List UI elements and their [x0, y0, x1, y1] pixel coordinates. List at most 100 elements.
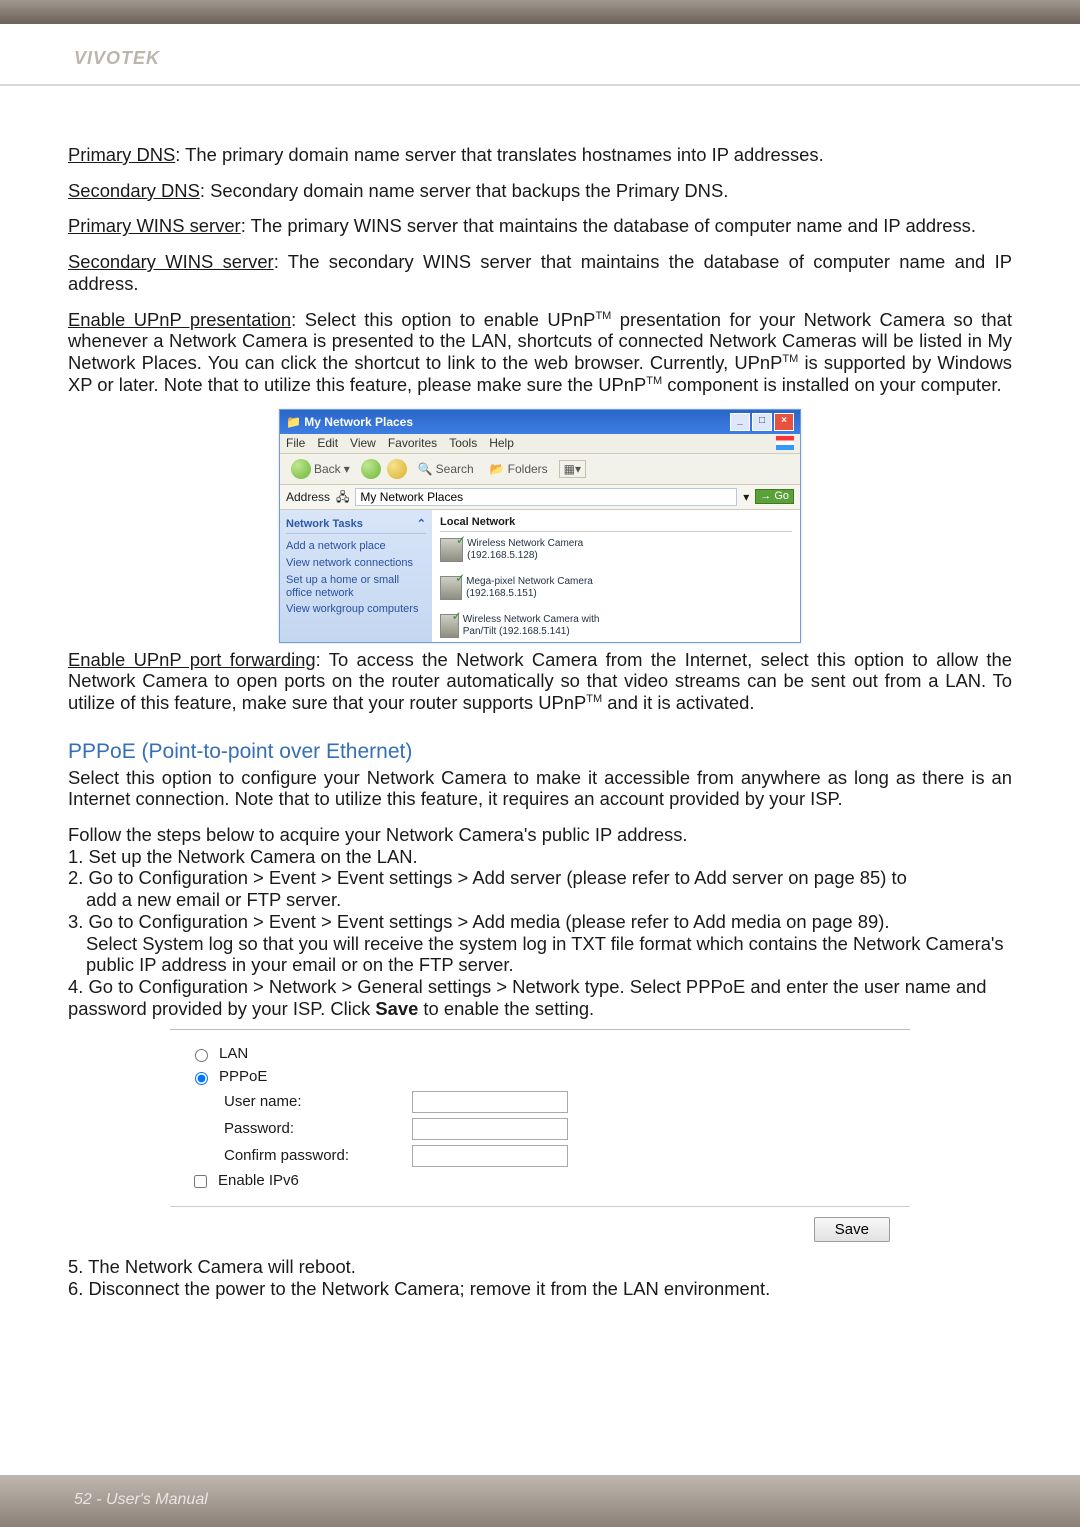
row-confirm: Confirm password:: [190, 1145, 890, 1167]
xp-title-text: My Network Places: [304, 415, 413, 429]
address-dropdown-icon[interactable]: ▾: [743, 490, 749, 504]
term-secondary-dns: Secondary DNS: [68, 180, 200, 201]
xp-item[interactable]: Mega-pixel Network Camera (192.168.5.151…: [440, 576, 610, 600]
menu-help[interactable]: Help: [489, 436, 514, 450]
address-label: Address: [286, 490, 330, 504]
pppoe-form: LAN PPPoE User name: Password: Confirm p…: [170, 1029, 910, 1206]
input-confirm-password[interactable]: [412, 1145, 568, 1167]
search-button[interactable]: 🔍 Search: [413, 460, 479, 478]
label-ipv6: Enable IPv6: [218, 1172, 299, 1190]
term-secondary-wins: Secondary WINS server: [68, 251, 274, 272]
xp-items: Wireless Network Camera (192.168.5.128) …: [440, 538, 792, 638]
step-3: 3. Go to Configuration > Event > Event s…: [68, 911, 1012, 976]
menu-favorites[interactable]: Favorites: [388, 436, 437, 450]
xp-menubar: File Edit View Favorites Tools Help: [280, 434, 800, 453]
minimize-icon[interactable]: _: [730, 413, 750, 431]
step-2: 2. Go to Configuration > Event > Event s…: [68, 867, 1012, 910]
def-secondary-wins: Secondary WINS server: The secondary WIN…: [68, 251, 1012, 294]
label-username: User name:: [190, 1093, 404, 1111]
upnp-a: : Select this option to enable UPnP: [291, 309, 595, 330]
save-button[interactable]: Save: [814, 1217, 890, 1242]
radio-pppoe[interactable]: [195, 1072, 208, 1085]
tm-1: TM: [595, 309, 611, 321]
header-bar: [0, 0, 1080, 24]
upnp-fwd-b: and it is activated.: [602, 692, 754, 713]
term-upnp-forwarding: Enable UPnP port forwarding: [68, 649, 316, 670]
menu-file[interactable]: File: [286, 436, 305, 450]
menu-edit[interactable]: Edit: [317, 436, 338, 450]
input-username[interactable]: [412, 1091, 568, 1113]
def-secondary-dns: Secondary DNS: Secondary domain name ser…: [68, 180, 1012, 202]
input-password[interactable]: [412, 1118, 568, 1140]
xp-sidebar: Network Tasks ⌃ Add a network place View…: [280, 510, 432, 642]
up-button[interactable]: [387, 459, 407, 479]
save-row: Save: [190, 1217, 890, 1242]
page: VIVOTEK Primary DNS: The primary domain …: [0, 0, 1080, 1527]
content: Primary DNS: The primary domain name ser…: [0, 24, 1080, 1339]
tm-3: TM: [646, 375, 662, 387]
address-icon: 🖧: [336, 490, 349, 504]
xp-body: Network Tasks ⌃ Add a network place View…: [280, 510, 800, 642]
label-confirm-password: Confirm password:: [190, 1147, 404, 1165]
collapse-icon[interactable]: ⌃: [417, 518, 426, 531]
task-setup-network[interactable]: Set up a home or small office network: [286, 572, 426, 602]
upnp-d: component is installed on your computer.: [662, 374, 1001, 395]
pppoe-intro: Select this option to configure your Net…: [68, 767, 1012, 810]
def-primary-dns: Primary DNS: The primary domain name ser…: [68, 144, 1012, 166]
go-button[interactable]: → Go: [755, 489, 794, 504]
def-primary-wins: Primary WINS server: The primary WINS se…: [68, 215, 1012, 237]
checkbox-ipv6[interactable]: [194, 1175, 207, 1188]
pppoe-steps: 1. Set up the Network Camera on the LAN.…: [68, 846, 1012, 1020]
def-upnp-presentation: Enable UPnP presentation: Select this op…: [68, 309, 1012, 396]
windows-flag-icon: [776, 436, 794, 450]
xp-item[interactable]: Wireless Network Camera with Pan/Tilt (1…: [440, 614, 610, 638]
sidebar-panel-title[interactable]: Network Tasks ⌃: [286, 516, 426, 534]
row-lan: LAN: [190, 1045, 890, 1063]
back-button[interactable]: Back ▾: [286, 457, 355, 481]
menu-tools[interactable]: Tools: [449, 436, 477, 450]
task-add-network-place[interactable]: Add a network place: [286, 538, 426, 555]
views-button[interactable]: ▦▾: [559, 460, 586, 478]
label-lan: LAN: [219, 1045, 248, 1063]
xp-folder-icon: 📁: [286, 415, 301, 429]
def-upnp-forwarding: Enable UPnP port forwarding: To access t…: [68, 649, 1012, 714]
forward-button[interactable]: [361, 459, 381, 479]
label-pppoe: PPPoE: [219, 1068, 267, 1086]
task-view-workgroup[interactable]: View workgroup computers: [286, 601, 426, 618]
step-5: 5. The Network Camera will reboot.: [68, 1256, 1012, 1278]
xp-addressbar: Address 🖧 ▾ → Go: [280, 485, 800, 510]
term-primary-dns: Primary DNS: [68, 144, 175, 165]
section-pppoe-title: PPPoE (Point-to-point over Ethernet): [68, 740, 1012, 765]
tm-4: TM: [586, 693, 602, 705]
folders-button[interactable]: 📂 Folders: [485, 460, 553, 478]
text-primary-dns: : The primary domain name server that tr…: [175, 144, 823, 165]
tm-2: TM: [782, 353, 798, 365]
menu-view[interactable]: View: [350, 436, 376, 450]
step-6: 6. Disconnect the power to the Network C…: [68, 1278, 1012, 1300]
brand: VIVOTEK: [74, 48, 160, 69]
device-icon: [440, 614, 459, 638]
header-underline: [0, 84, 1080, 86]
task-view-connections[interactable]: View network connections: [286, 555, 426, 572]
close-icon[interactable]: ×: [774, 413, 794, 431]
step-4: 4. Go to Configuration > Network > Gener…: [68, 976, 1012, 1019]
xp-item[interactable]: Wireless Network Camera (192.168.5.128): [440, 538, 610, 562]
text-primary-wins: : The primary WINS server that maintains…: [241, 215, 976, 236]
row-pppoe: PPPoE: [190, 1068, 890, 1086]
text-secondary-dns: : Secondary domain name server that back…: [200, 180, 728, 201]
pppoe-follow: Follow the steps below to acquire your N…: [68, 824, 1012, 846]
device-icon: [440, 538, 463, 562]
page-footer: 52 - User's Manual: [0, 1475, 1080, 1527]
xp-window: 📁 My Network Places _ □ × File Edit View…: [279, 409, 801, 642]
row-username: User name:: [190, 1091, 890, 1113]
radio-lan[interactable]: [195, 1049, 208, 1062]
back-arrow-icon: [291, 459, 311, 479]
maximize-icon[interactable]: □: [752, 413, 772, 431]
term-upnp-presentation: Enable UPnP presentation: [68, 309, 291, 330]
xp-titlebar[interactable]: 📁 My Network Places _ □ ×: [280, 410, 800, 434]
row-password: Password:: [190, 1118, 890, 1140]
term-primary-wins: Primary WINS server: [68, 215, 241, 236]
group-local-network: Local Network: [440, 514, 792, 532]
row-ipv6: Enable IPv6: [190, 1172, 890, 1191]
address-input[interactable]: [355, 488, 737, 506]
